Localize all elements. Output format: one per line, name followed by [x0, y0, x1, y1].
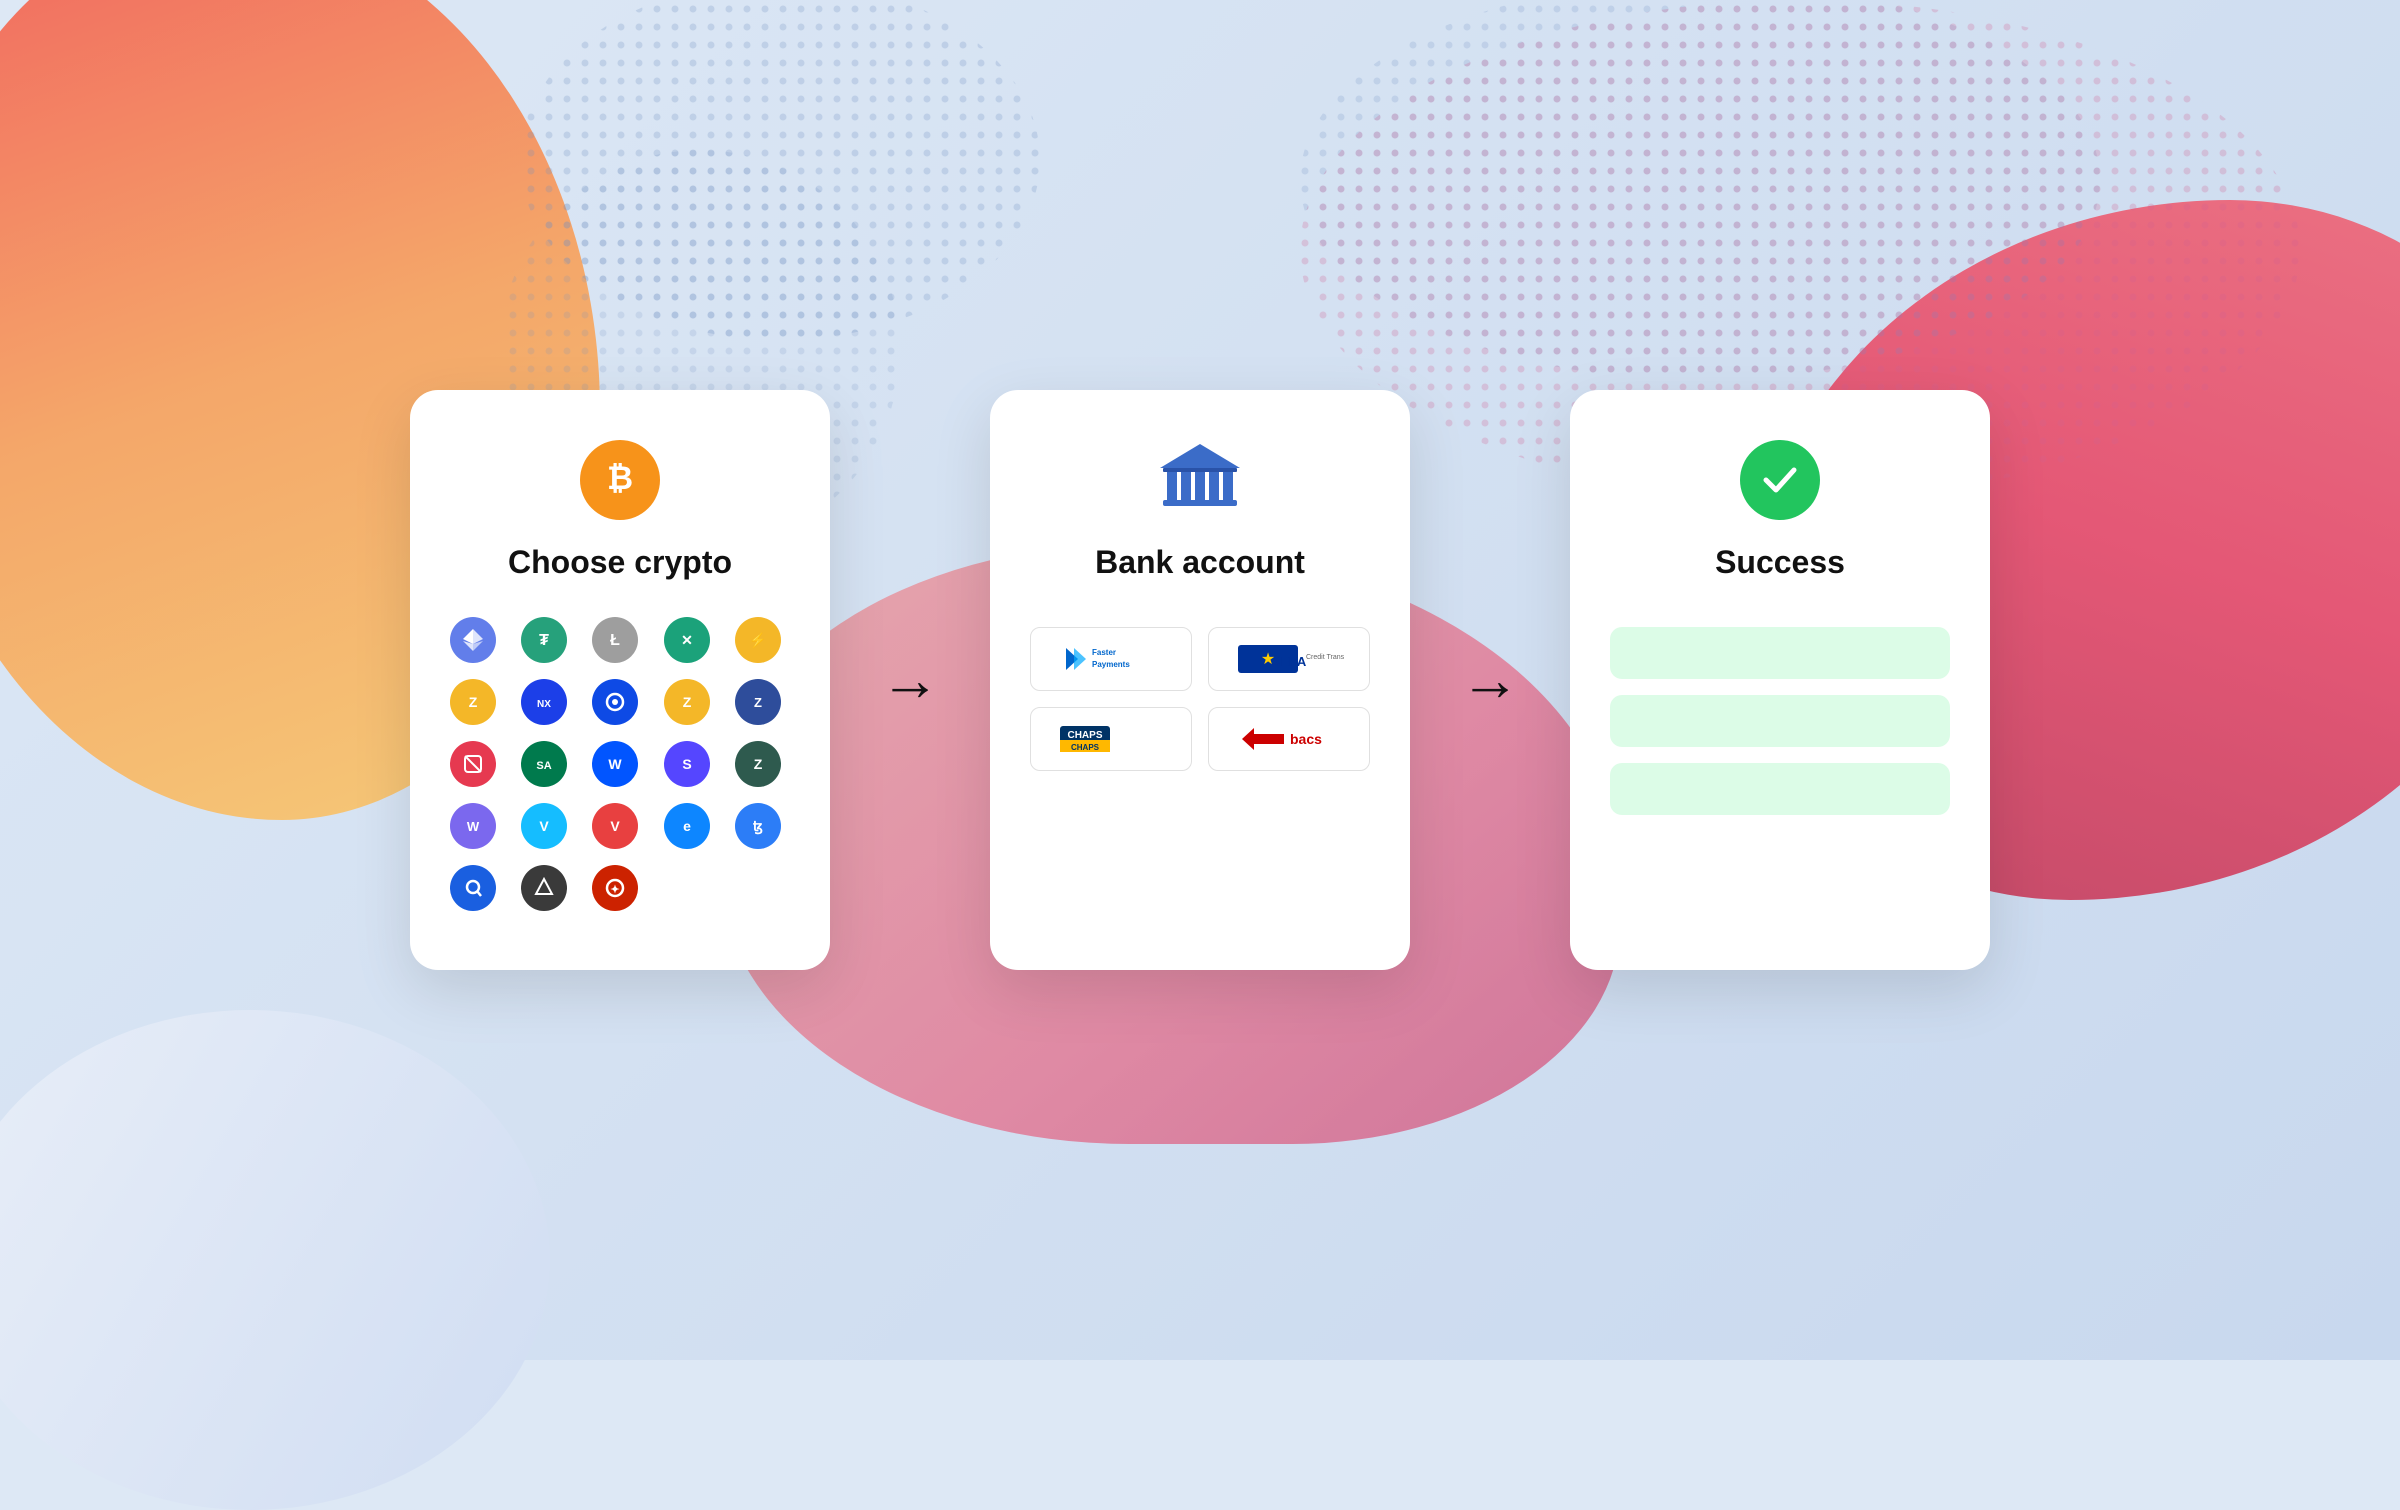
- arrow-2: →: [1460, 650, 1520, 710]
- svg-text:V: V: [540, 818, 550, 834]
- arrow-1: →: [880, 650, 940, 710]
- crypto-zcash2[interactable]: Z: [450, 679, 496, 725]
- svg-text:Z: Z: [754, 695, 762, 710]
- success-card: Success: [1570, 390, 1990, 970]
- payment-logos: Faster Payments ★ SEPA Credit Transfer: [1030, 627, 1370, 771]
- success-bar-3: [1610, 763, 1950, 815]
- svg-text:ꜩ: ꜩ: [753, 818, 763, 835]
- flow-container: ₿ Choose crypto ₮ Ł ✕: [410, 390, 1990, 970]
- svg-text:✦: ✦: [611, 884, 620, 896]
- svg-text:₮: ₮: [539, 632, 549, 649]
- crypto-vet[interactable]: V: [521, 803, 567, 849]
- svg-text:V: V: [611, 818, 621, 834]
- svg-text:CHAPS: CHAPS: [1067, 730, 1102, 741]
- crypto-stx[interactable]: S: [664, 741, 710, 787]
- crypto-ecash[interactable]: e: [664, 803, 710, 849]
- crypto-blockfi[interactable]: [592, 679, 638, 725]
- crypto-z1[interactable]: Z: [664, 679, 710, 725]
- svg-text:Faster: Faster: [1092, 648, 1116, 657]
- crypto-wabi[interactable]: W: [450, 803, 496, 849]
- main-content: ₿ Choose crypto ₮ Ł ✕: [0, 0, 2400, 1360]
- crypto-tez[interactable]: ꜩ: [735, 803, 781, 849]
- svg-text:₿: ₿: [607, 460, 633, 496]
- choose-crypto-card: ₿ Choose crypto ₮ Ł ✕: [410, 390, 830, 970]
- crypto-zcash1[interactable]: ⚡: [735, 617, 781, 663]
- svg-text:CHAPS: CHAPS: [1071, 743, 1100, 752]
- svg-text:⚡: ⚡: [749, 632, 766, 649]
- faster-payments-badge[interactable]: Faster Payments: [1030, 627, 1192, 691]
- success-bar-1: [1610, 627, 1950, 679]
- svg-text:SEPA: SEPA: [1272, 654, 1307, 669]
- crypto-usdt[interactable]: ₮: [521, 617, 567, 663]
- bank-account-card: Bank account Faster Payments: [990, 390, 1410, 970]
- svg-text:S: S: [682, 756, 691, 772]
- success-title: Success: [1715, 544, 1845, 581]
- crypto-zano[interactable]: Z: [735, 679, 781, 725]
- svg-text:NX: NX: [537, 699, 551, 710]
- success-bar-2: [1610, 695, 1950, 747]
- crypto-waves[interactable]: W: [592, 741, 638, 787]
- svg-text:Z: Z: [754, 756, 763, 772]
- crypto-x1[interactable]: ✕: [664, 617, 710, 663]
- choose-crypto-title: Choose crypto: [508, 544, 732, 581]
- success-bars: [1610, 627, 1950, 815]
- bank-icon: [1155, 440, 1245, 520]
- svg-text:Z: Z: [682, 694, 691, 710]
- crypto-v2[interactable]: V: [592, 803, 638, 849]
- svg-text:Z: Z: [469, 694, 478, 710]
- svg-text:✕: ✕: [681, 632, 693, 648]
- bitcoin-icon: ₿: [580, 440, 660, 520]
- svg-text:Payments: Payments: [1092, 660, 1130, 669]
- crypto-eth[interactable]: [450, 617, 496, 663]
- svg-text:SA: SA: [537, 760, 552, 772]
- chaps-badge[interactable]: CHAPS CHAPS: [1030, 707, 1192, 771]
- crypto-dark1[interactable]: [521, 865, 567, 911]
- crypto-nexo[interactable]: NX: [521, 679, 567, 725]
- success-icon: [1740, 440, 1820, 520]
- crypto-grid: ₮ Ł ✕ ⚡ Z NX: [450, 617, 790, 911]
- crypto-red2[interactable]: ✦: [592, 865, 638, 911]
- svg-text:Ł: Ł: [611, 632, 621, 649]
- crypto-ltc[interactable]: Ł: [592, 617, 638, 663]
- sepa-badge[interactable]: ★ SEPA Credit Transfer: [1208, 627, 1370, 691]
- svg-text:Credit Transfer: Credit Transfer: [1306, 654, 1344, 661]
- bacs-badge[interactable]: bacs: [1208, 707, 1370, 771]
- crypto-zel[interactable]: Z: [735, 741, 781, 787]
- crypto-red1[interactable]: [450, 741, 496, 787]
- svg-text:W: W: [467, 819, 480, 834]
- crypto-qash[interactable]: [450, 865, 496, 911]
- svg-text:bacs: bacs: [1290, 731, 1322, 747]
- svg-text:e: e: [683, 818, 691, 834]
- svg-text:W: W: [609, 756, 623, 772]
- crypto-sa[interactable]: SA: [521, 741, 567, 787]
- bank-account-title: Bank account: [1095, 544, 1305, 581]
